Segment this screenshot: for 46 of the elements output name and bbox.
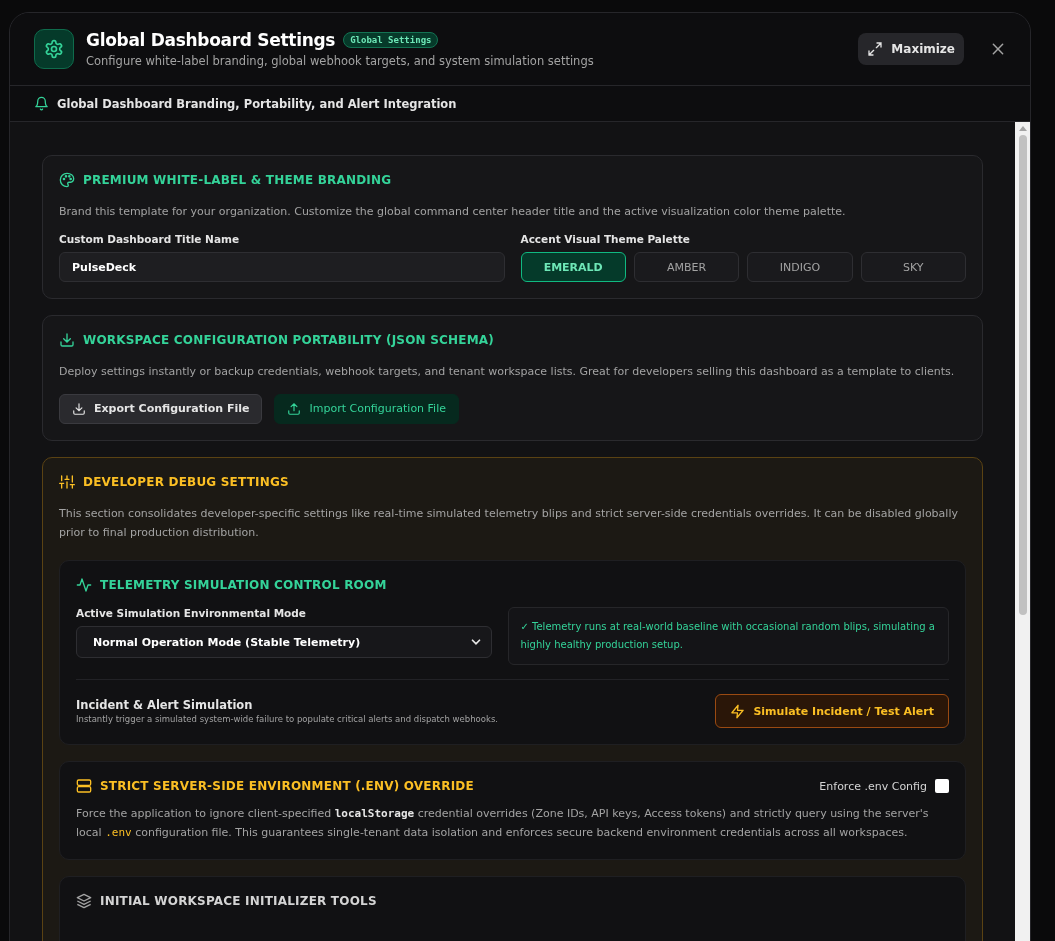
close-icon[interactable]	[990, 41, 1006, 57]
card-title: DEVELOPER DEBUG SETTINGS	[83, 474, 289, 489]
pulse-icon	[76, 577, 92, 593]
dialog-title: Global Dashboard Settings	[86, 30, 336, 50]
download-icon	[59, 332, 75, 349]
theme-option-button[interactable]: SKY	[860, 252, 966, 283]
card-title: STRICT SERVER-SIDE ENVIRONMENT (.ENV) OVERRIDE	[100, 779, 474, 793]
card-title: PREMIUM WHITE-LABEL & THEME BRANDING	[83, 173, 392, 187]
section-heading: Global Dashboard Branding, Portability, and Alert Integration	[57, 96, 457, 111]
server-icon	[76, 778, 92, 794]
card-description: This section consolidates developer-specific settings like real-time simulated telemetry blips and strict server-side credentials overrides. It can be disabled globally prior to final production distribution.	[59, 505, 959, 541]
incident-description: Instantly trigger a simulated system-wide failure to populate critical alerts and dispatch webhooks.	[76, 714, 499, 724]
theme-option-button[interactable]: AMBER	[633, 252, 740, 283]
field-label: Custom Dashboard Title Name	[59, 233, 241, 246]
scrollbar[interactable]	[1015, 122, 1030, 941]
upload-icon	[287, 401, 302, 416]
mode-dropdown[interactable]: Normal Operation Mode (Stable Telemetry)	[76, 626, 492, 658]
simulate-incident-button[interactable]: Simulate Incident / Test Alert	[715, 694, 949, 728]
dialog-subtitle: Configure white-label branding, global webhook targets, and system simulation settings	[86, 54, 595, 68]
lightning-icon	[730, 703, 746, 719]
card-description: Deploy settings instantly or backup credentials, webhook targets, and tenant workspace lists. Great for developers selling this dashboard as a template to clients.	[59, 364, 956, 381]
field-label: Active Simulation Environmental Mode	[76, 607, 307, 619]
incident-title: Incident & Alert Simulation	[76, 698, 254, 712]
bell-icon	[34, 96, 49, 111]
field-label: Accent Visual Theme Palette	[520, 233, 691, 246]
enforce-checkbox[interactable]	[935, 779, 949, 793]
card-description: Brand this template for your organization. Customize the global command center header title and the active visualization color theme palette.	[59, 204, 847, 220]
sliders-icon	[59, 473, 75, 490]
download-icon	[72, 401, 86, 416]
gear-icon	[34, 29, 74, 69]
card-title: WORKSPACE CONFIGURATION PORTABILITY (JSON SCHEMA)	[83, 333, 494, 348]
export-button[interactable]: Export Configuration File	[59, 393, 263, 424]
expand-icon	[867, 41, 884, 57]
card-description: Force the application to ignore client-specified localStorage credential overrides (Zone IDs, API keys, Access tokens) and strictly query using the server's local .env configuration file. This guarantees single-tenant data isolation and enforces secure backend environment credentials across all workspaces.	[76, 806, 930, 842]
settings-badge: Global Settings	[343, 32, 439, 48]
card-title: TELEMETRY SIMULATION CONTROL ROOM	[100, 578, 387, 592]
maximize-button[interactable]: Maximize	[858, 33, 964, 65]
card-title: INITIAL WORKSPACE INITIALIZER TOOLS	[100, 893, 377, 908]
status-note: ✓ Telemetry runs at real-world baseline with occasional random blips, simulating a highly healthy production setup.	[507, 607, 949, 665]
checkbox-label: Enforce .env Config	[819, 779, 927, 793]
layers-icon	[76, 892, 92, 909]
import-button[interactable]: Import Configuration File	[274, 393, 459, 424]
palette-icon	[59, 172, 75, 188]
theme-option-button[interactable]: EMERALD	[520, 252, 626, 283]
theme-option-button[interactable]: INDIGO	[747, 252, 853, 283]
title-input-field[interactable]: PulseDeck	[59, 252, 505, 283]
